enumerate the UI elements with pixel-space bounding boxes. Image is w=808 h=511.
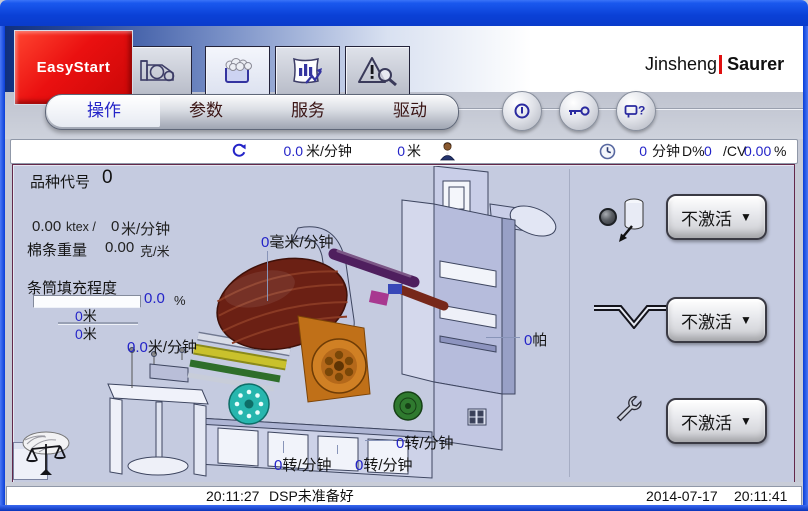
sliver-guide-icon (591, 299, 677, 329)
tab-parameters[interactable]: 参数 (156, 95, 256, 129)
window-border-bottom (0, 505, 808, 511)
leader-line (486, 337, 520, 338)
tab-bar: 操作 参数 服务 驱动 (45, 94, 459, 130)
can-view-button[interactable] (205, 46, 270, 95)
report-icon (286, 54, 330, 88)
cv-unit: % (774, 140, 786, 163)
maintenance-dropdown-value: 不激活 (681, 409, 732, 434)
machine-status-bar: 0.0 米/分钟 0 米 0 分钟 D% 0 /CV 0.00 % (10, 139, 798, 164)
runtime-unit: 分钟 (652, 140, 680, 163)
can-fill-unit: % (174, 293, 186, 308)
leader-line (267, 251, 268, 301)
help-icon: ? (624, 103, 648, 120)
power-icon (512, 101, 532, 121)
cv-label: /CV (723, 140, 746, 163)
length-bottom-unit: 米 (83, 326, 97, 342)
sliver-weight-label: 棉条重量 (27, 239, 87, 260)
ktex-value: 0.00 (32, 218, 61, 235)
machine-icon (138, 54, 182, 88)
can-fill-value: 0.0 (144, 290, 165, 307)
sliver-guide-dropdown[interactable]: 不激活 ▼ (666, 297, 767, 343)
tab-operation[interactable]: 操作 (54, 95, 154, 129)
rpm-unit-1: 转/分钟 (404, 435, 453, 452)
key-icon (567, 104, 591, 118)
cv-value: 0.00 (744, 140, 771, 163)
tab-service[interactable]: 服务 (258, 95, 358, 129)
rpm-unit-2: 转/分钟 (282, 457, 331, 474)
delivery-speed-value: 0.0 (269, 140, 303, 163)
can-lift-dropdown[interactable]: 不激活 ▼ (666, 194, 767, 240)
alarm-search-icon (356, 54, 400, 88)
can-lift-icon (615, 195, 651, 247)
alarm-view-button[interactable] (345, 46, 410, 95)
brand-divider (719, 55, 722, 74)
key-button[interactable] (559, 91, 599, 131)
wrench-icon (613, 394, 643, 424)
lot-label: 品种代号 (30, 171, 90, 192)
can-icon (216, 54, 260, 88)
refresh-icon (231, 143, 247, 166)
sliver-weight-value: 0.00 (105, 239, 134, 256)
can-lift-dropdown-value: 不激活 (681, 205, 732, 230)
easystart-label: EasyStart (37, 59, 111, 76)
length-unit: 米 (407, 140, 421, 163)
delivery-value: 0.0 (127, 339, 148, 356)
chevron-down-icon: ▼ (740, 414, 752, 428)
brand-logo: Jinsheng Saurer (645, 54, 784, 75)
machine-diagram (102, 166, 572, 481)
brand-right: Saurer (727, 54, 784, 75)
window-border-right (803, 26, 808, 505)
pa-unit: 帕 (532, 332, 547, 349)
footer-status-bar: 20:11:27 DSP未准备好 2014-07-17 20:11:41 (6, 486, 802, 507)
mm-unit: 毫米/分钟 (269, 234, 333, 251)
chevron-down-icon: ▼ (740, 313, 752, 327)
length-value: 0 (397, 140, 405, 163)
sliver-guide-dropdown-value: 不激活 (681, 308, 732, 333)
footer-date: 2014-07-17 (646, 487, 718, 505)
maintenance-dropdown[interactable]: 不激活 ▼ (666, 398, 767, 444)
delivery-unit: 米/分钟 (148, 339, 197, 356)
help-button[interactable]: ? (616, 91, 656, 131)
lot-value: 0 (102, 167, 113, 189)
delivery-speed-unit: 米/分钟 (306, 140, 352, 163)
operation-panel: 品种代号 0 0.00 ktex / 0 米/分钟 棉条重量 0.00 克/米 … (12, 164, 795, 483)
event-time: 20:11:27 (206, 487, 259, 505)
ktex-unit: ktex / (66, 220, 96, 234)
hmi-window: EasyStart (0, 0, 808, 511)
report-view-button[interactable] (275, 46, 340, 95)
sliver-weight-unit: 克/米 (140, 241, 170, 260)
window-titlebar[interactable] (0, 0, 808, 26)
length-divider (58, 322, 138, 325)
runtime-value: 0 (639, 140, 647, 163)
leader-line (365, 440, 393, 441)
tab-drive[interactable]: 驱动 (360, 95, 460, 129)
feed-unit: 米/分钟 (121, 218, 170, 239)
machine-view-button[interactable] (127, 46, 192, 95)
d-percent-label: D% (682, 140, 705, 163)
dsp-status-text: DSP未准备好 (269, 487, 354, 505)
leader-line (283, 441, 284, 453)
brand-left: Jinsheng (645, 54, 717, 75)
panel-divider (569, 169, 570, 477)
leader-line (337, 445, 338, 454)
chevron-down-icon: ▼ (740, 210, 752, 224)
power-button[interactable] (502, 91, 542, 131)
coiler-scale-icon (19, 428, 75, 478)
feed-value: 0 (111, 218, 119, 235)
d-percent-value: 0 (704, 140, 712, 163)
footer-clock: 20:11:41 (734, 487, 787, 505)
length-bottom-value: 0 (75, 326, 83, 342)
rpm-unit-3: 转/分钟 (363, 457, 412, 474)
svg-text:?: ? (638, 103, 645, 117)
